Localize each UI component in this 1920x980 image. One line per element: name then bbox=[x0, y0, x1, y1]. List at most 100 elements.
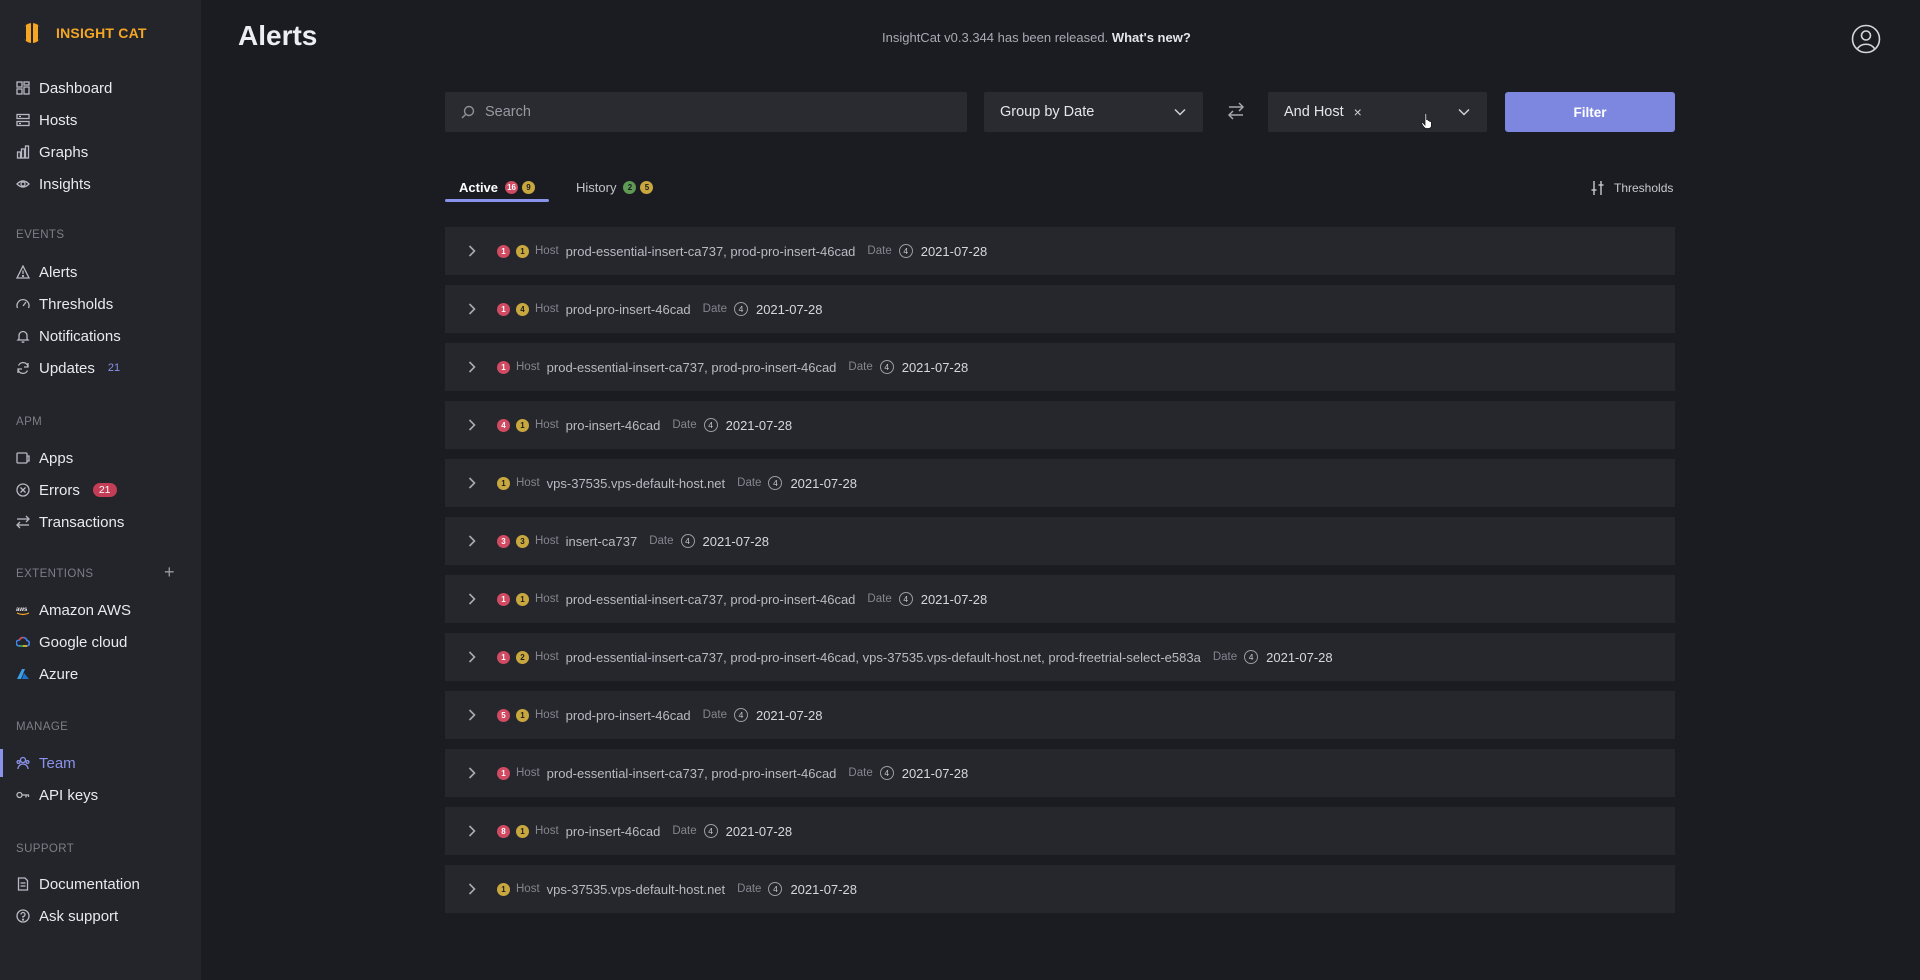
sidebar-item-updates[interactable]: Updates 21 bbox=[16, 354, 120, 382]
chevron-right-icon[interactable] bbox=[465, 360, 485, 374]
sidebar-item-notifications[interactable]: Notifications bbox=[16, 322, 121, 350]
sidebar-item-alerts[interactable]: Alerts bbox=[16, 258, 77, 286]
warning-count-badge: 1 bbox=[516, 418, 529, 432]
gauge-icon bbox=[16, 297, 30, 311]
alert-date: 2021-07-28 bbox=[725, 823, 793, 839]
alert-row[interactable]: 1 Host prod-essential-insert-ca737, prod-p… bbox=[445, 749, 1675, 797]
add-extension-button[interactable]: + bbox=[164, 562, 175, 583]
warning-count-badge: 1 bbox=[497, 476, 510, 490]
sidebar-item-label: Team bbox=[39, 754, 76, 772]
host-label: Host bbox=[516, 767, 540, 779]
chevron-right-icon[interactable] bbox=[465, 418, 485, 432]
host-names: prod-essential-insert-ca737, prod-pro-in… bbox=[565, 649, 1201, 665]
date-label: Date bbox=[672, 825, 697, 837]
chevron-right-icon[interactable] bbox=[465, 882, 485, 896]
host-label: Host bbox=[535, 825, 559, 837]
remove-tag-button[interactable]: × bbox=[1354, 104, 1362, 120]
alert-severity-badges: 11 bbox=[497, 244, 529, 258]
date-label: Date bbox=[1212, 651, 1238, 663]
swap-arrows-icon[interactable] bbox=[1226, 101, 1246, 121]
group-by-select[interactable]: Group by Date bbox=[984, 92, 1203, 132]
critical-count-badge: 1 bbox=[497, 766, 510, 780]
tab-active[interactable]: Active 16 9 bbox=[459, 172, 536, 202]
alert-severity-badges: 11 bbox=[497, 592, 529, 606]
alert-row[interactable]: 4 1 Host pro-insert-46cad Date 4 2021-07-28 bbox=[445, 401, 1675, 449]
sidebar-item-ask-support[interactable]: Ask support bbox=[16, 902, 118, 930]
sidebar-item-label: Azure bbox=[39, 665, 79, 683]
date-count-badge: 4 bbox=[680, 534, 695, 548]
alert-row[interactable]: 1 4 Host prod-pro-insert-46cad Date 4 2021-07-… bbox=[445, 285, 1675, 333]
alert-row[interactable]: 1 2 Host prod-essential-insert-ca737, prod-… bbox=[445, 633, 1675, 681]
tab-label: Active bbox=[459, 179, 499, 195]
user-account-icon[interactable] bbox=[1851, 24, 1881, 54]
alert-row[interactable]: 8 1 Host pro-insert-46cad Date 4 2021-07-28 bbox=[445, 807, 1675, 855]
alert-row[interactable]: 1 1 Host prod-essential-insert-ca737, prod-… bbox=[445, 575, 1675, 623]
sidebar-heading-events: EVENTS bbox=[16, 229, 65, 241]
tab-history[interactable]: History 2 5 bbox=[576, 172, 654, 202]
chevron-right-icon[interactable] bbox=[465, 534, 485, 548]
error-icon bbox=[16, 483, 30, 497]
sidebar-item-graphs[interactable]: Graphs bbox=[16, 138, 88, 166]
thresholds-button[interactable]: Thresholds bbox=[1590, 180, 1673, 196]
sidebar-item-transactions[interactable]: Transactions bbox=[16, 508, 124, 536]
document-icon bbox=[16, 877, 30, 891]
host-filter-tag: And Host bbox=[1284, 104, 1344, 120]
alert-row[interactable]: 1 Host vps-37535.vps-default-host.net Date 4… bbox=[445, 865, 1675, 913]
chevron-right-icon[interactable] bbox=[465, 302, 485, 316]
alert-row[interactable]: 1 Host prod-essential-insert-ca737, prod-p… bbox=[445, 343, 1675, 391]
critical-count-badge: 1 bbox=[497, 650, 510, 664]
critical-count-badge: 8 bbox=[497, 824, 510, 838]
brand-logo[interactable]: INSIGHT CAT bbox=[16, 22, 147, 44]
alert-row[interactable]: 1 1 Host prod-essential-insert-ca737, prod-… bbox=[445, 227, 1675, 275]
sidebar-item-errors[interactable]: Errors 21 bbox=[16, 476, 117, 504]
sidebar-heading-support: SUPPORT bbox=[16, 843, 75, 855]
chevron-right-icon[interactable] bbox=[465, 766, 485, 780]
host-label: Host bbox=[535, 245, 559, 257]
page-title: Alerts bbox=[238, 20, 318, 51]
sidebar-item-insights[interactable]: Insights bbox=[16, 170, 91, 198]
date-count-badge: 4 bbox=[733, 708, 748, 722]
sidebar-item-hosts[interactable]: Hosts bbox=[16, 106, 77, 134]
sidebar-item-apps[interactable]: Apps bbox=[16, 444, 73, 472]
critical-count-badge: 3 bbox=[497, 534, 510, 548]
sidebar-item-team[interactable]: Team bbox=[16, 749, 76, 777]
host-names: vps-37535.vps-default-host.net bbox=[546, 475, 726, 491]
host-filter-select[interactable]: And Host × bbox=[1268, 92, 1487, 132]
host-label: Host bbox=[535, 535, 559, 547]
host-label: Host bbox=[535, 593, 559, 605]
date-label: Date bbox=[702, 709, 727, 721]
azure-icon bbox=[16, 667, 30, 681]
sidebar-item-google-cloud[interactable]: Google cloud bbox=[16, 628, 127, 656]
alert-severity-badges: 1 bbox=[497, 766, 510, 780]
host-names: prod-pro-insert-46cad bbox=[565, 707, 691, 723]
date-label: Date bbox=[702, 303, 727, 315]
chevron-right-icon[interactable] bbox=[465, 244, 485, 258]
sidebar-item-api-keys[interactable]: API keys bbox=[16, 781, 98, 809]
sidebar-item-thresholds[interactable]: Thresholds bbox=[16, 290, 113, 318]
sidebar-item-documentation[interactable]: Documentation bbox=[16, 870, 140, 898]
host-label: Host bbox=[535, 419, 559, 431]
alert-row[interactable]: 3 3 Host insert-ca737 Date 4 2021-07-28 bbox=[445, 517, 1675, 565]
critical-count-badge: 1 bbox=[497, 244, 510, 258]
date-count-badge: 4 bbox=[733, 302, 748, 316]
host-names: prod-essential-insert-ca737, prod-pro-in… bbox=[546, 359, 837, 375]
search-input[interactable] bbox=[485, 104, 945, 120]
chevron-right-icon[interactable] bbox=[465, 476, 485, 490]
active-red-count: 16 bbox=[505, 180, 519, 194]
whats-new-link[interactable]: What's new? bbox=[1112, 30, 1191, 45]
filter-button[interactable]: Filter bbox=[1505, 92, 1675, 132]
chevron-right-icon[interactable] bbox=[465, 708, 485, 722]
chevron-right-icon[interactable] bbox=[465, 650, 485, 664]
alert-date: 2021-07-28 bbox=[901, 765, 969, 781]
sidebar-item-azure[interactable]: Azure bbox=[16, 660, 78, 688]
alert-row[interactable]: 5 1 Host prod-pro-insert-46cad Date 4 2021-07-… bbox=[445, 691, 1675, 739]
chevron-right-icon[interactable] bbox=[465, 592, 485, 606]
chevron-right-icon[interactable] bbox=[465, 824, 485, 838]
sidebar-item-amazon-aws[interactable]: aws Amazon AWS bbox=[16, 596, 131, 624]
sidebar-item-dashboard[interactable]: Dashboard bbox=[16, 74, 112, 102]
chevron-down-icon bbox=[1458, 108, 1470, 116]
date-label: Date bbox=[737, 883, 762, 895]
host-label: Host bbox=[535, 651, 559, 663]
alert-row[interactable]: 1 Host vps-37535.vps-default-host.net Date 4… bbox=[445, 459, 1675, 507]
history-green-count: 2 bbox=[623, 180, 637, 194]
